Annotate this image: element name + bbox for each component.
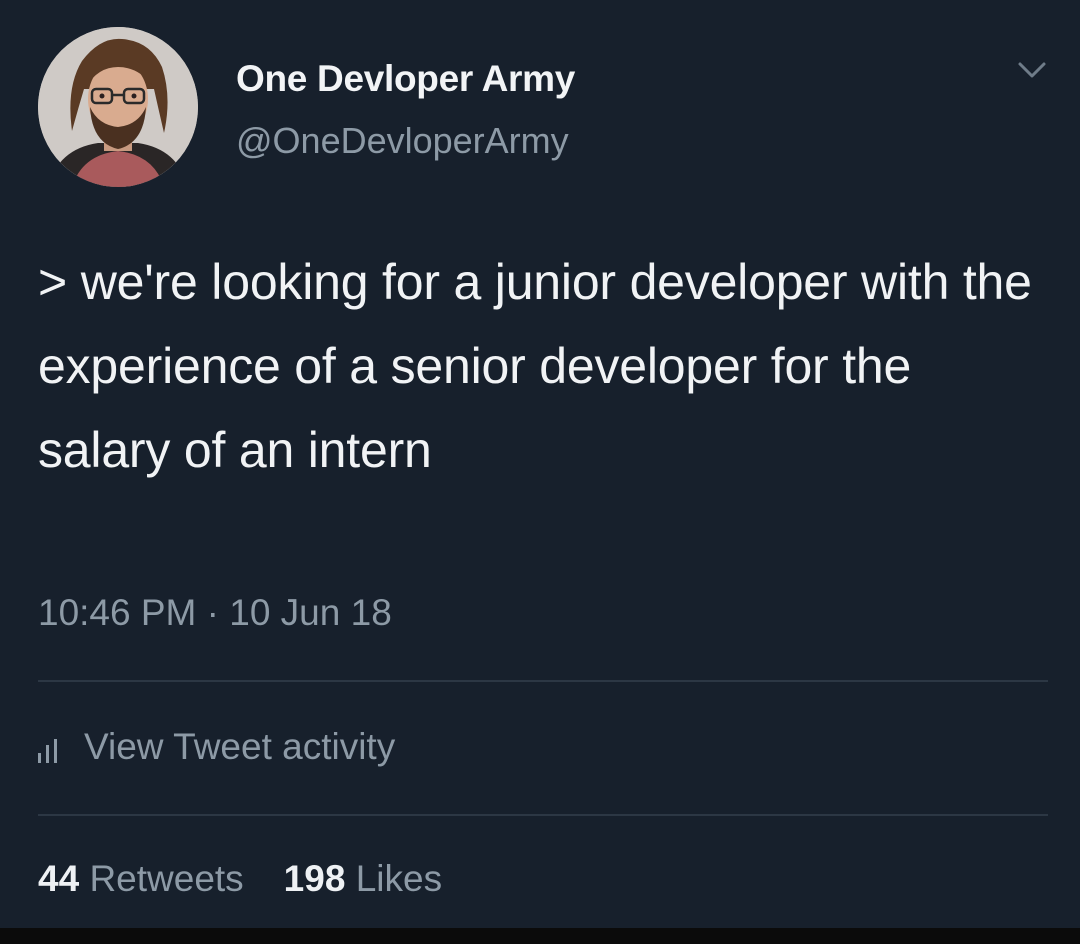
- bar-chart-icon: [38, 739, 62, 763]
- retweets-link[interactable]: 44 Retweets: [38, 858, 244, 899]
- divider: [38, 814, 1048, 816]
- retweets-count: 44: [38, 858, 80, 899]
- retweets-label: Retweets: [89, 858, 244, 899]
- avatar[interactable]: [38, 27, 198, 187]
- display-name[interactable]: One Devloper Army: [236, 58, 575, 100]
- likes-label: Likes: [355, 858, 443, 899]
- tweet-card: One Devloper Army @OneDevloperArmy > we'…: [0, 0, 1080, 928]
- user-handle[interactable]: @OneDevloperArmy: [236, 120, 569, 162]
- chevron-down-icon[interactable]: [1012, 56, 1052, 86]
- tweet-timestamp[interactable]: 10:46 PM · 10 Jun 18: [38, 592, 392, 634]
- bottom-border: [0, 928, 1080, 944]
- avatar-photo-icon: [38, 27, 198, 187]
- view-tweet-activity-link[interactable]: View Tweet activity: [38, 722, 395, 772]
- divider: [38, 680, 1048, 682]
- view-tweet-activity-label: View Tweet activity: [84, 726, 396, 767]
- tweet-stats: 44 Retweets 198 Likes: [38, 858, 442, 900]
- likes-link[interactable]: 198 Likes: [284, 858, 442, 899]
- tweet-text: > we're looking for a junior developer w…: [38, 254, 1032, 478]
- likes-count: 198: [283, 858, 346, 899]
